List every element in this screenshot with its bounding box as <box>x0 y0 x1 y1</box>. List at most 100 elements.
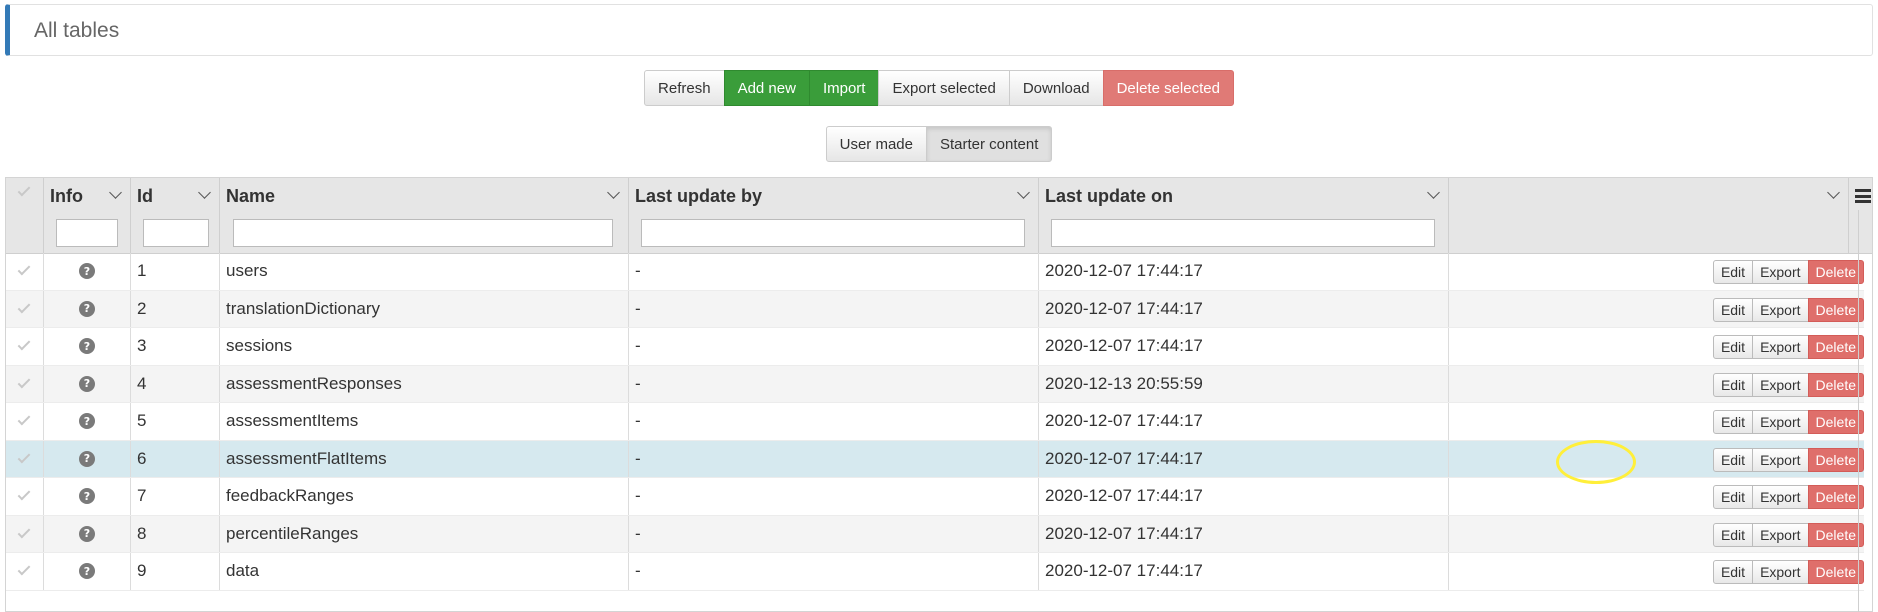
import-button[interactable]: Import <box>808 70 880 106</box>
export-button[interactable]: Export <box>1752 447 1809 472</box>
export-button[interactable]: Export <box>1752 522 1809 547</box>
row-select-cell[interactable] <box>6 403 44 440</box>
delete-button[interactable]: Delete <box>1807 560 1864 584</box>
export-button[interactable]: Export <box>1752 297 1809 322</box>
row-select-cell[interactable] <box>6 253 44 290</box>
help-circle-icon[interactable]: ? <box>79 300 95 317</box>
chevron-down-icon[interactable] <box>1017 186 1030 199</box>
starter-content-toggle[interactable]: Starter content <box>925 126 1053 162</box>
edit-button[interactable]: Edit <box>1712 522 1754 547</box>
filter-input-info[interactable] <box>56 219 118 247</box>
table-row[interactable]: ? 7 feedbackRanges - 2020-12-07 17:44:17… <box>6 478 1864 516</box>
delete-button[interactable]: Delete <box>1807 260 1864 284</box>
check-icon[interactable] <box>17 562 31 576</box>
filter-input-last-update-by[interactable] <box>641 219 1025 247</box>
info-cell[interactable]: ? <box>44 290 131 327</box>
download-button[interactable]: Download <box>1008 70 1104 106</box>
delete-button[interactable]: Delete <box>1807 522 1864 547</box>
column-header-info[interactable]: Info <box>44 178 131 253</box>
info-cell[interactable]: ? <box>44 403 131 440</box>
edit-button[interactable]: Edit <box>1712 297 1754 322</box>
edit-button[interactable]: Edit <box>1712 447 1754 472</box>
edit-button[interactable]: Edit <box>1712 410 1754 434</box>
edit-button[interactable]: Edit <box>1712 560 1754 584</box>
row-select-cell[interactable] <box>6 553 44 590</box>
info-cell[interactable]: ? <box>44 478 131 515</box>
column-header-last-update-by[interactable]: Last update by <box>629 178 1039 253</box>
column-header-name[interactable]: Name <box>220 178 629 253</box>
row-select-cell[interactable] <box>6 478 44 515</box>
chevron-down-icon[interactable] <box>1427 186 1440 199</box>
check-icon[interactable] <box>17 450 31 463</box>
column-header-last-update-on[interactable]: Last update on <box>1039 178 1449 253</box>
check-icon[interactable] <box>17 525 31 538</box>
delete-button[interactable]: Delete <box>1807 372 1864 397</box>
info-cell[interactable]: ? <box>44 515 131 552</box>
help-circle-icon[interactable]: ? <box>79 525 95 542</box>
check-icon[interactable] <box>17 412 31 426</box>
help-circle-icon[interactable]: ? <box>79 488 95 505</box>
filter-input-last-update-on[interactable] <box>1051 219 1435 247</box>
check-icon[interactable] <box>17 300 31 313</box>
table-row[interactable]: ? 6 assessmentFlatItems - 2020-12-07 17:… <box>6 440 1864 478</box>
refresh-button[interactable]: Refresh <box>644 70 725 106</box>
table-row[interactable]: ? 1 users - 2020-12-07 17:44:17 Edit Exp… <box>6 253 1864 291</box>
check-icon[interactable] <box>17 487 31 501</box>
export-button[interactable]: Export <box>1752 372 1809 397</box>
help-circle-icon[interactable]: ? <box>79 338 95 355</box>
table-row[interactable]: ? 2 translationDictionary - 2020-12-07 1… <box>6 290 1864 328</box>
edit-button[interactable]: Edit <box>1712 335 1754 359</box>
delete-button[interactable]: Delete <box>1807 410 1864 434</box>
help-circle-icon[interactable]: ? <box>79 263 95 280</box>
chevron-down-icon[interactable] <box>109 186 122 199</box>
help-circle-icon[interactable]: ? <box>79 563 95 580</box>
column-header-id[interactable]: Id <box>131 178 220 253</box>
table-row[interactable]: ? 8 percentileRanges - 2020-12-07 17:44:… <box>6 515 1864 553</box>
help-circle-icon[interactable]: ? <box>79 375 95 392</box>
check-icon[interactable] <box>17 375 31 388</box>
check-icon[interactable] <box>17 262 31 276</box>
info-cell[interactable]: ? <box>44 328 131 365</box>
info-cell[interactable]: ? <box>44 365 131 402</box>
add-new-button[interactable]: Add new <box>723 70 810 106</box>
chevron-down-icon[interactable] <box>1827 186 1840 199</box>
row-select-cell[interactable] <box>6 440 44 477</box>
delete-button[interactable]: Delete <box>1807 447 1864 472</box>
select-all-header[interactable] <box>6 178 44 253</box>
user-made-toggle[interactable]: User made <box>825 126 927 162</box>
row-select-cell[interactable] <box>6 515 44 552</box>
row-select-cell[interactable] <box>6 290 44 327</box>
row-select-cell[interactable] <box>6 365 44 402</box>
delete-button[interactable]: Delete <box>1807 485 1864 509</box>
export-button[interactable]: Export <box>1752 485 1809 509</box>
filter-input-id[interactable] <box>143 219 209 247</box>
info-cell[interactable]: ? <box>44 253 131 290</box>
column-header-actions[interactable] <box>1449 178 1849 253</box>
table-row[interactable]: ? 3 sessions - 2020-12-07 17:44:17 Edit … <box>6 328 1864 366</box>
table-row[interactable]: ? 5 assessmentItems - 2020-12-07 17:44:1… <box>6 403 1864 441</box>
delete-selected-button[interactable]: Delete selected <box>1102 70 1234 106</box>
export-selected-button[interactable]: Export selected <box>878 70 1010 106</box>
export-button[interactable]: Export <box>1752 260 1809 284</box>
delete-button[interactable]: Delete <box>1807 335 1864 359</box>
info-cell[interactable]: ? <box>44 440 131 477</box>
vertical-scrollbar[interactable] <box>1858 210 1859 612</box>
chevron-down-icon[interactable] <box>607 186 620 199</box>
edit-button[interactable]: Edit <box>1712 372 1754 397</box>
help-circle-icon[interactable]: ? <box>79 450 95 467</box>
row-select-cell[interactable] <box>6 328 44 365</box>
export-button[interactable]: Export <box>1752 410 1809 434</box>
info-cell[interactable]: ? <box>44 553 131 590</box>
export-button[interactable]: Export <box>1752 335 1809 359</box>
check-icon[interactable] <box>17 337 31 351</box>
export-button[interactable]: Export <box>1752 560 1809 584</box>
menu-icon[interactable] <box>1855 189 1871 203</box>
delete-button[interactable]: Delete <box>1807 297 1864 322</box>
edit-button[interactable]: Edit <box>1712 260 1754 284</box>
chevron-down-icon[interactable] <box>198 186 211 199</box>
edit-button[interactable]: Edit <box>1712 485 1754 509</box>
table-row[interactable]: ? 4 assessmentResponses - 2020-12-13 20:… <box>6 365 1864 403</box>
filter-input-name[interactable] <box>233 219 613 247</box>
table-row[interactable]: ? 9 data - 2020-12-07 17:44:17 Edit Expo… <box>6 553 1864 591</box>
help-circle-icon[interactable]: ? <box>79 413 95 430</box>
